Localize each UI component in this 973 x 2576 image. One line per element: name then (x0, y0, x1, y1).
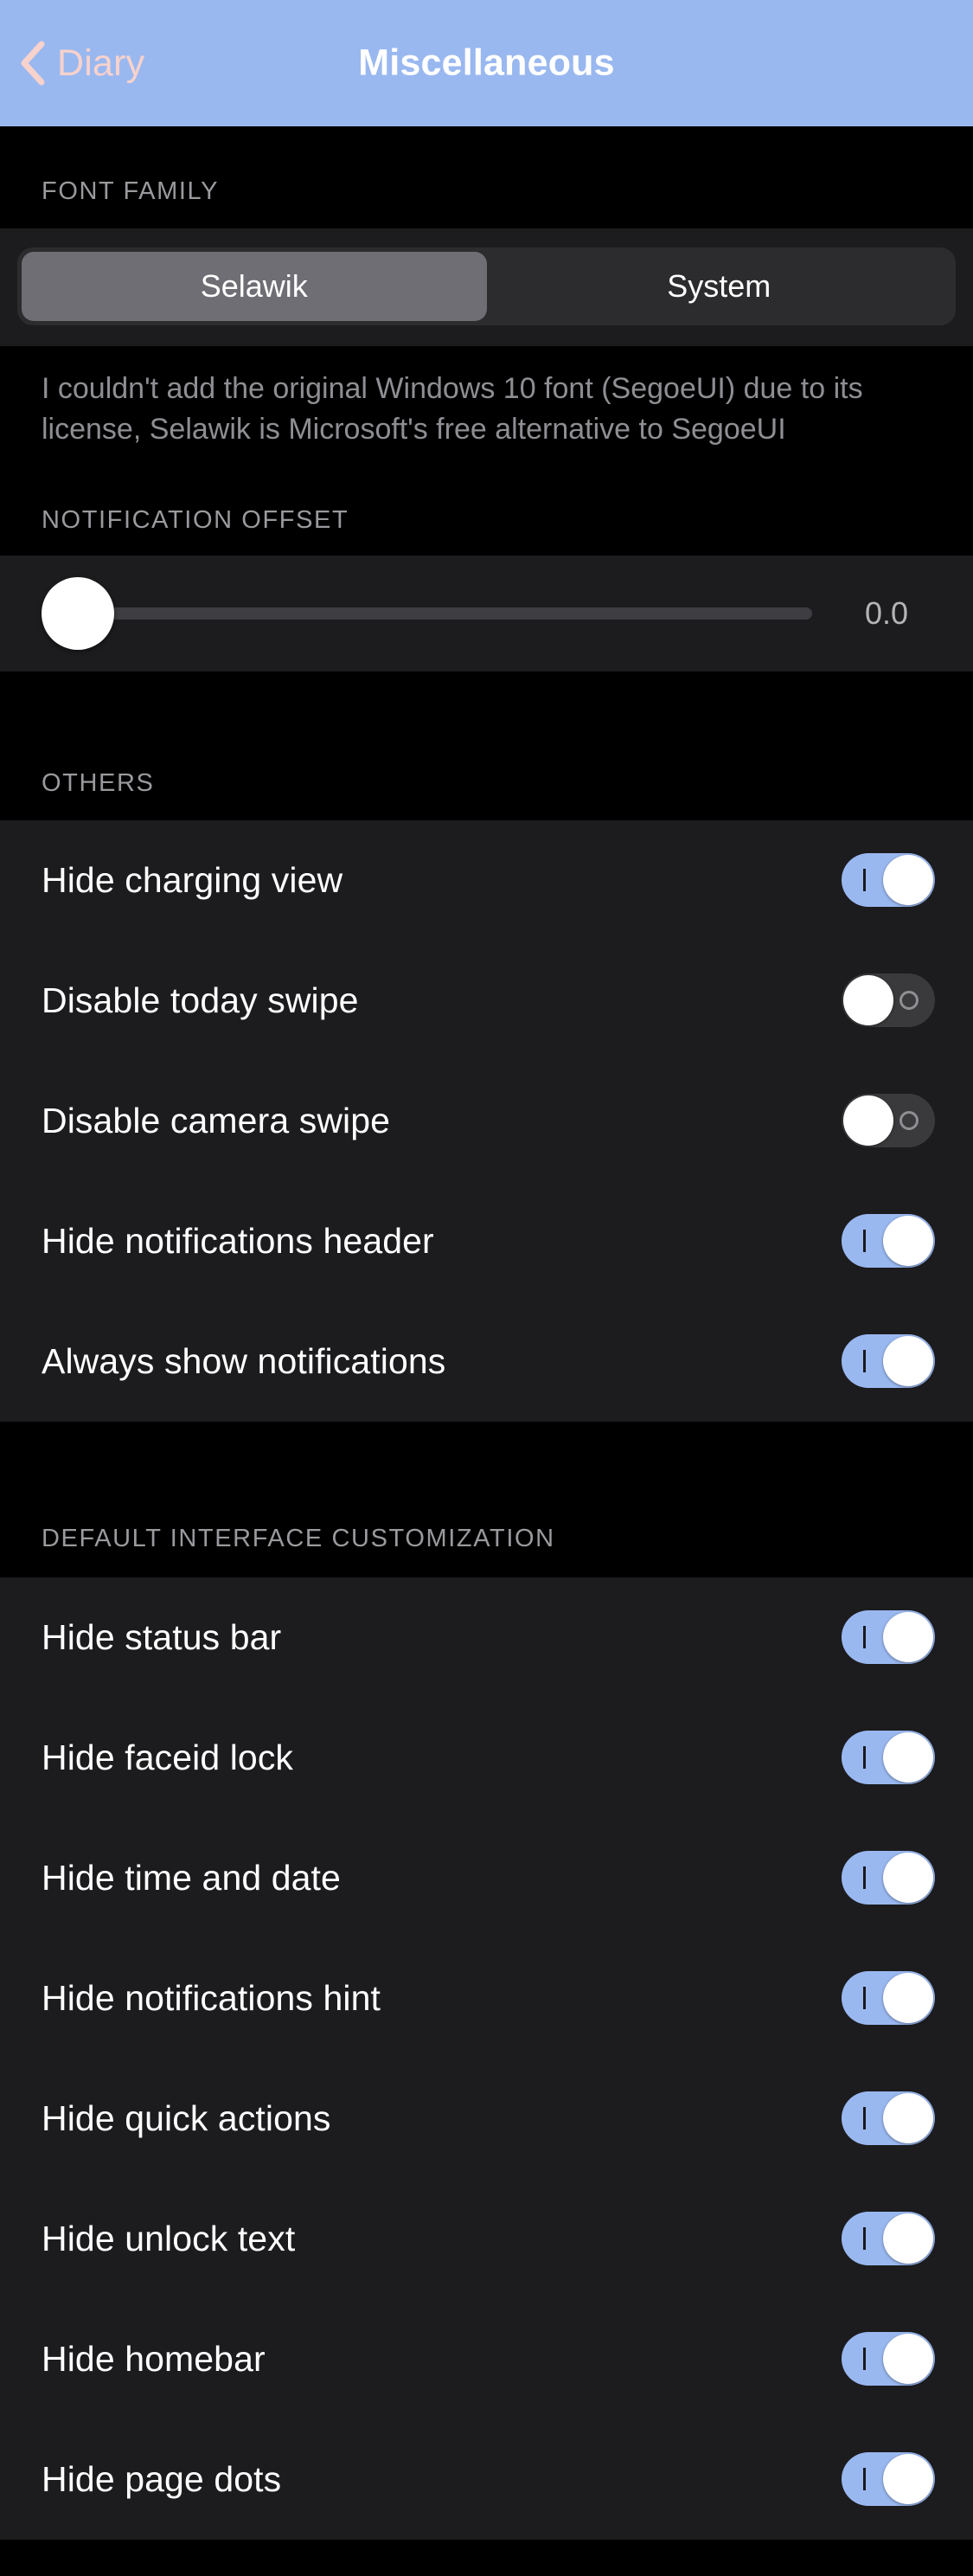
slider-track (78, 607, 812, 620)
toggle-knob (843, 975, 893, 1026)
segment-option-system[interactable]: System (487, 252, 952, 321)
toggle-on-bar-icon (863, 2227, 866, 2251)
font-family-segmented-control[interactable]: Selawik System (17, 247, 956, 325)
list-item-label: Disable today swipe (42, 980, 359, 1020)
toggle-knob (843, 1095, 893, 1147)
list-item[interactable]: Hide page dots (0, 2419, 973, 2540)
toggle-on-bar-icon (863, 869, 866, 892)
list-item[interactable]: Hide quick actions (0, 2059, 973, 2179)
default-interface-customization-list: Hide status bar Hide faceid lock Hide ti… (0, 1577, 973, 2540)
toggle-knob (883, 2454, 933, 2505)
list-item-label: Hide notifications header (42, 1220, 434, 1261)
toggle-hide-status-bar[interactable] (842, 1610, 935, 1665)
notification-offset-value: 0.0 (864, 594, 909, 631)
toggle-on-bar-icon (863, 1626, 866, 1649)
list-item[interactable]: Hide notifications header (0, 1181, 973, 1301)
list-item-label: Hide faceid lock (42, 1737, 294, 1777)
toggle-knob (883, 1732, 933, 1783)
toggle-hide-page-dots[interactable] (842, 2452, 935, 2507)
toggle-knob (883, 1973, 933, 2024)
toggle-on-bar-icon (863, 2468, 866, 2491)
toggle-knob (883, 1216, 933, 1267)
notification-offset-slider[interactable] (42, 556, 812, 671)
list-item[interactable]: Hide charging view (0, 820, 973, 941)
section-header-default-interface-customization: DEFAULT INTERFACE CUSTOMIZATION (0, 1421, 973, 1577)
page-title: Miscellaneous (358, 42, 615, 84)
toggle-on-bar-icon (863, 2348, 866, 2371)
toggle-on-bar-icon (863, 1350, 866, 1373)
toggle-on-bar-icon (863, 2107, 866, 2130)
toggle-disable-camera-swipe[interactable] (842, 1094, 935, 1148)
toggle-off-circle-icon (899, 1111, 919, 1131)
others-list: Hide charging view Disable today swipe D… (0, 819, 973, 1422)
list-item-label: Hide page dots (42, 2458, 282, 2499)
list-item[interactable]: Hide homebar (0, 2299, 973, 2419)
toggle-disable-today-swipe[interactable] (842, 973, 935, 1028)
list-item-label: Always show notifications (42, 1340, 446, 1381)
toggle-hide-quick-actions[interactable] (842, 2091, 935, 2146)
list-item[interactable]: Hide notifications hint (0, 1938, 973, 2059)
chevron-left-icon (19, 41, 45, 86)
list-item[interactable]: Hide unlock text (0, 2179, 973, 2299)
font-family-segmented-row: Selawik System (0, 228, 973, 346)
toggle-knob (883, 1612, 933, 1663)
list-item[interactable]: Hide faceid lock (0, 1698, 973, 1818)
toggle-knob (883, 2213, 933, 2264)
list-item-label: Hide notifications hint (42, 1977, 381, 2018)
section-header-font-family: FONT FAMILY (0, 126, 973, 228)
notification-offset-row: 0.0 (0, 555, 973, 671)
toggle-knob (883, 1853, 933, 1904)
segment-option-selawik[interactable]: Selawik (22, 252, 487, 321)
toggle-on-bar-icon (863, 1866, 866, 1890)
toggle-hide-charging-view[interactable] (842, 853, 935, 908)
page-bottom-filler (0, 2539, 973, 2576)
toggle-off-circle-icon (899, 991, 919, 1011)
slider-knob[interactable] (42, 576, 114, 650)
toggle-always-show-notifications[interactable] (842, 1334, 935, 1389)
settings-page: Diary Miscellaneous FONT FAMILY Selawik … (0, 0, 973, 2576)
list-item-label: Hide charging view (42, 859, 343, 900)
toggle-knob (883, 855, 933, 906)
list-item[interactable]: Always show notifications (0, 1301, 973, 1422)
toggle-knob (883, 2093, 933, 2144)
toggle-on-bar-icon (863, 1746, 866, 1770)
list-item-label: Disable camera swipe (42, 1100, 391, 1140)
toggle-hide-notifications-hint[interactable] (842, 1971, 935, 2026)
section-header-notification-offset: NOTIFICATION OFFSET (0, 475, 973, 556)
back-button[interactable]: Diary (19, 41, 144, 86)
list-item-label: Hide time and date (42, 1857, 341, 1898)
toggle-hide-unlock-text[interactable] (842, 2212, 935, 2266)
toggle-hide-time-and-date[interactable] (842, 1851, 935, 1905)
toggle-knob (883, 1336, 933, 1387)
list-item-label: Hide homebar (42, 2338, 266, 2379)
list-item[interactable]: Disable today swipe (0, 941, 973, 1061)
section-header-others: OTHERS (0, 671, 973, 820)
font-family-description: I couldn't add the original Windows 10 f… (0, 346, 973, 476)
toggle-on-bar-icon (863, 1987, 866, 2010)
list-item-label: Hide quick actions (42, 2097, 331, 2138)
back-button-label: Diary (57, 42, 145, 84)
toggle-knob (883, 2334, 933, 2385)
list-item-label: Hide unlock text (42, 2218, 296, 2258)
toggle-on-bar-icon (863, 1230, 866, 1253)
list-item[interactable]: Hide time and date (0, 1818, 973, 1938)
toggle-hide-homebar[interactable] (842, 2332, 935, 2386)
list-item[interactable]: Hide status bar (0, 1577, 973, 1698)
toggle-hide-notifications-header[interactable] (842, 1214, 935, 1269)
list-item[interactable]: Disable camera swipe (0, 1061, 973, 1181)
navigation-bar: Diary Miscellaneous (0, 0, 973, 126)
toggle-hide-faceid-lock[interactable] (842, 1731, 935, 1785)
list-item-label: Hide status bar (42, 1616, 282, 1657)
